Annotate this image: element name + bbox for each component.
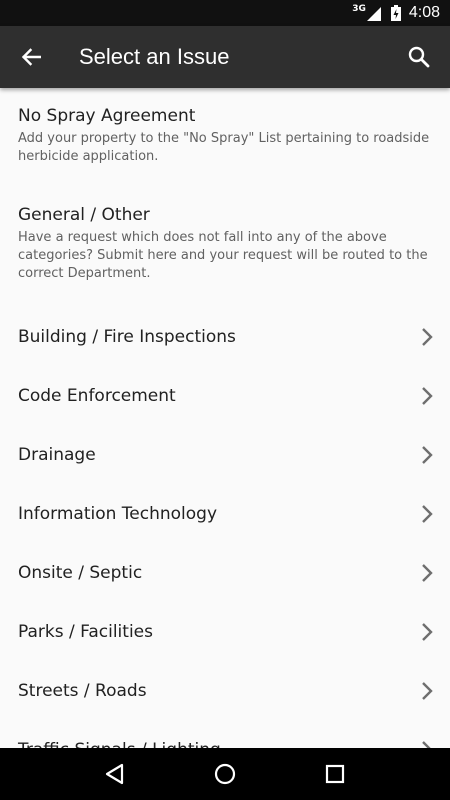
- page-title: Select an Issue: [79, 44, 230, 69]
- list-item-information-technology[interactable]: Information Technology: [0, 484, 450, 543]
- list-item-no-spray[interactable]: No Spray Agreement Add your property to …: [0, 88, 450, 186]
- list-item-streets-roads[interactable]: Streets / Roads: [0, 661, 450, 720]
- search-icon[interactable]: [388, 26, 450, 88]
- chevron-right-icon: [418, 326, 436, 348]
- battery-icon: [390, 5, 401, 21]
- list-item-building-fire[interactable]: Building / Fire Inspections: [0, 307, 450, 366]
- issue-list: No Spray Agreement Add your property to …: [0, 88, 450, 748]
- list-item-onsite-septic[interactable]: Onsite / Septic: [0, 543, 450, 602]
- system-nav-bar: [0, 748, 450, 800]
- list-item-label: Drainage: [18, 444, 96, 465]
- signal-icon: [366, 7, 381, 21]
- network-type: 3G: [352, 4, 366, 14]
- list-item-traffic-signals[interactable]: Traffic Signals / Lighting: [0, 720, 450, 748]
- list-item-label: Building / Fire Inspections: [18, 326, 236, 347]
- nav-home-icon[interactable]: [195, 748, 255, 800]
- arrow-back-icon[interactable]: [0, 26, 62, 88]
- app-bar: Select an Issue: [0, 26, 450, 88]
- chevron-right-icon: [418, 444, 436, 466]
- list-item-label: Streets / Roads: [18, 680, 147, 701]
- chevron-right-icon: [418, 739, 436, 748]
- list-item-drainage[interactable]: Drainage: [0, 425, 450, 484]
- nav-back-icon[interactable]: [85, 748, 145, 800]
- list-item-label: Code Enforcement: [18, 385, 176, 406]
- signal-indicator: 3G: [352, 5, 381, 21]
- chevron-right-icon: [418, 385, 436, 407]
- list-item-general-other[interactable]: General / Other Have a request which doe…: [0, 186, 450, 307]
- chevron-right-icon: [418, 562, 436, 584]
- clock: 4:08: [408, 4, 440, 21]
- list-item-description: Add your property to the "No Spray" List…: [18, 131, 430, 164]
- list-item-title: No Spray Agreement: [18, 106, 196, 126]
- list-item-label: Information Technology: [18, 503, 218, 524]
- list-item-code-enforcement[interactable]: Code Enforcement: [0, 366, 450, 425]
- list-item-label: Parks / Facilities: [18, 621, 153, 642]
- status-bar: 3G 4:08: [0, 0, 450, 26]
- nav-recents-icon[interactable]: [305, 748, 365, 800]
- list-item-parks-facilities[interactable]: Parks / Facilities: [0, 602, 450, 661]
- list-item-title: General / Other: [18, 205, 150, 225]
- chevron-right-icon: [418, 680, 436, 702]
- list-item-description: Have a request which does not fall into …: [18, 230, 428, 281]
- chevron-right-icon: [418, 621, 436, 643]
- list-item-label: Onsite / Septic: [18, 562, 143, 583]
- list-item-label: Traffic Signals / Lighting: [18, 740, 221, 749]
- chevron-right-icon: [418, 503, 436, 525]
